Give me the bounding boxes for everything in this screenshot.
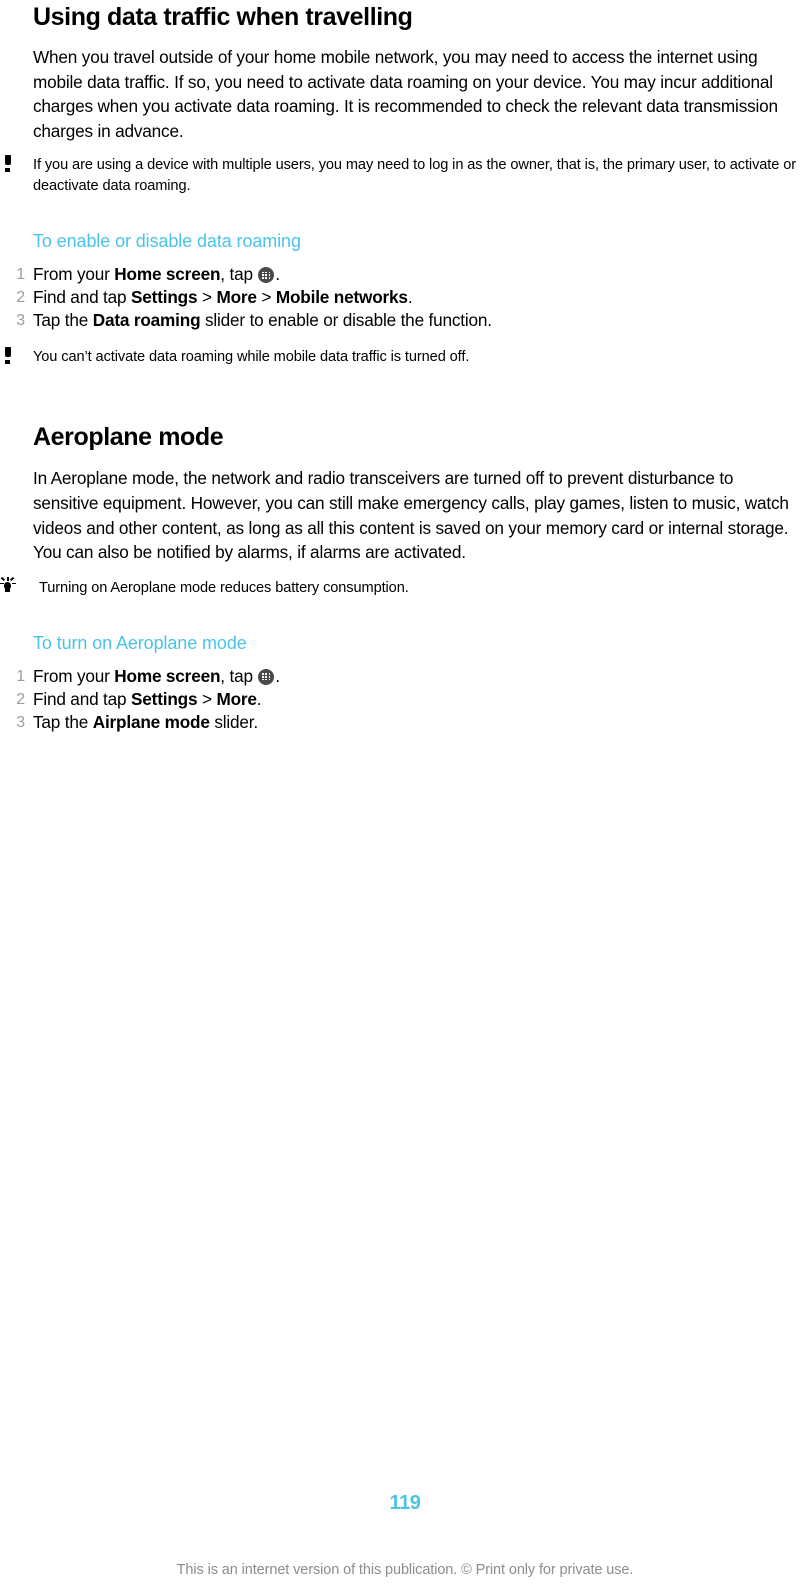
list-item: 3 Tap the Airplane mode slider. [16,711,803,734]
step-number: 2 [16,690,25,708]
section-body-paragraph: In Aeroplane mode, the network and radio… [33,468,789,563]
list-item: 2 Find and tap Settings > More. [16,688,803,711]
step-number: 3 [16,713,25,731]
step-text-bold: Mobile networks [275,287,408,308]
tip-note: Turning on Aeroplane mode reduces batter… [0,576,803,599]
step-text-post: . [407,287,413,308]
step-number: 2 [16,289,25,307]
warning-note: If you are using a device with multiple … [5,155,803,197]
steps-list-aeroplane-mode: 1 From your Home screen, tap . 2 Find an… [16,665,803,734]
step-number: 1 [16,667,25,685]
page-content: Using data traffic when travelling When … [0,0,803,734]
list-item: 2 Find and tap Settings > More > Mobile … [16,286,803,309]
tip-note-text: Turning on Aeroplane mode reduces batter… [39,579,409,596]
page-title: Using data traffic when travelling [33,3,413,31]
page-number: 119 [389,1492,421,1514]
step-text-pre: Find and tap [33,688,131,709]
step-text-pre: From your [33,264,115,285]
step-text-separator: > [256,287,276,308]
document-page: Using data traffic when travelling When … [0,0,810,1589]
warning-icon [0,155,33,173]
procedure-heading-enable-data-roaming: To enable or disable data roaming [33,231,301,252]
step-number: 3 [16,312,25,330]
page-title: Aeroplane mode [33,423,224,452]
step-number: 1 [16,266,25,284]
step-text-pre: Tap the [33,711,93,732]
steps-list-data-roaming: 1 From your Home screen, tap . 2 Find an… [16,263,803,332]
step-text-post: . [256,688,262,709]
step-text-bold: Settings [131,287,198,308]
step-text-mid: , tap [220,665,258,686]
step-text-pre: Find and tap [33,287,131,308]
procedure-heading-turn-on-aeroplane-mode: To turn on Aeroplane mode [33,632,247,653]
step-text-post: slider to enable or disable the function… [200,310,492,331]
app-drawer-icon [258,668,275,685]
step-text-mid: , tap [220,264,258,285]
app-drawer-icon [258,267,275,284]
step-text-post: slider. [209,711,258,732]
warning-icon [0,347,33,365]
step-text-separator: > [197,688,217,709]
step-text-separator: > [197,287,217,308]
list-item: 1 From your Home screen, tap . [16,665,803,688]
footer-copyright-note: This is an internet version of this publ… [176,1562,634,1578]
step-text-bold: Settings [131,688,198,709]
warning-note: You can’t activate data roaming while mo… [5,347,803,368]
step-text-bold: Data roaming [92,310,201,331]
section-aeroplane-mode: Aeroplane mode In Aeroplane mode, the ne… [0,422,803,734]
warning-note-text: If you are using a device with multiple … [33,157,796,195]
step-text-post: . [275,264,281,285]
list-item: 1 From your Home screen, tap . [16,263,803,286]
step-text-bold: Airplane mode [92,711,210,732]
step-text-pre: Tap the [33,310,93,331]
step-text-bold: More [216,287,257,308]
step-text-post: . [275,665,281,686]
list-item: 3 Tap the Data roaming slider to enable … [16,309,803,332]
tip-lightbulb-icon [0,576,31,595]
section-body-paragraph: When you travel outside of your home mob… [33,47,778,141]
section-using-data-traffic: Using data traffic when travelling When … [5,2,803,368]
step-text-bold: Home screen [114,665,221,686]
step-text-pre: From your [33,665,115,686]
warning-note-text: You can’t activate data roaming while mo… [33,349,470,366]
step-text-bold: Home screen [114,264,221,285]
step-text-bold: More [216,688,257,709]
